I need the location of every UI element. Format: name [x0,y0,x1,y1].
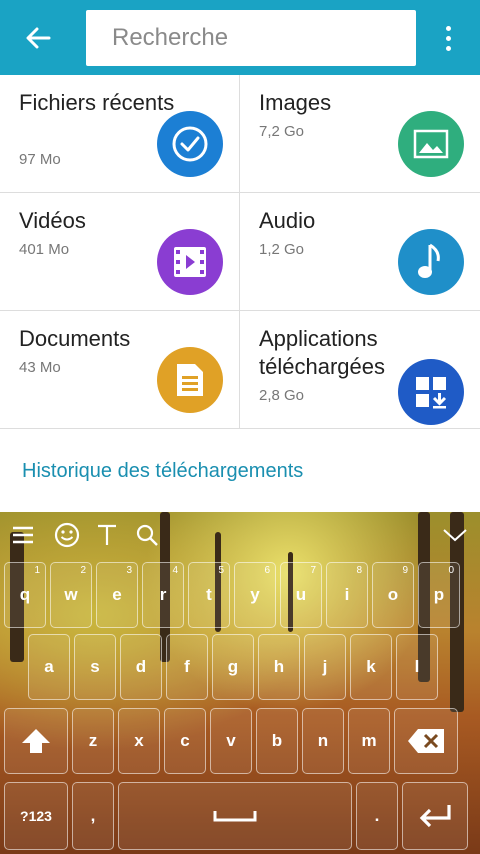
key-i[interactable]: i8 [326,562,368,628]
backspace-icon [408,729,444,753]
text-style-button[interactable] [92,520,122,550]
category-downloaded-apps[interactable]: Applications téléchargées 2,8 Go [240,311,480,429]
keyboard-toolbar [0,512,480,558]
key-c[interactable]: c [164,708,206,774]
category-size: 43 Mo [19,359,61,376]
category-videos[interactable]: Vidéos 401 Mo [0,193,240,311]
key-h[interactable]: h [258,634,300,700]
search-input[interactable] [86,10,416,66]
category-size: 1,2 Go [259,241,305,258]
arrow-left-icon [26,27,51,49]
category-title: Audio [259,208,316,233]
category-images[interactable]: Images 7,2 Go [240,75,480,193]
smiley-icon [54,522,80,548]
hamburger-icon [13,526,33,544]
keyboard-menu-button[interactable] [8,520,38,550]
keyboard-search-button[interactable] [132,520,162,550]
key-y[interactable]: y6 [234,562,276,628]
on-screen-keyboard: q1 w2 e3 r4 t5 y6 u7 i8 o9 p0 a s d f g … [0,512,480,854]
key-p[interactable]: p0 [418,562,460,628]
space-key[interactable] [118,782,352,850]
music-note-icon [398,229,464,295]
key-m[interactable]: m [348,708,390,774]
emoji-button[interactable] [52,520,82,550]
category-title: Documents [19,326,131,351]
key-a[interactable]: a [28,634,70,700]
key-t[interactable]: t5 [188,562,230,628]
hide-keyboard-button[interactable] [440,520,470,550]
key-s[interactable]: s [74,634,116,700]
key-z[interactable]: z [72,708,114,774]
shift-arrow-icon [22,729,50,753]
category-title: Vidéos [19,208,86,233]
key-o[interactable]: o9 [372,562,414,628]
key-u[interactable]: u7 [280,562,322,628]
back-button[interactable] [18,20,58,56]
space-bar-icon [213,811,257,822]
category-documents[interactable]: Documents 43 Mo [0,311,240,429]
key-k[interactable]: k [350,634,392,700]
category-audio[interactable]: Audio 1,2 Go [240,193,480,311]
enter-key[interactable] [402,782,468,850]
key-w[interactable]: w2 [50,562,92,628]
clock-check-icon [157,111,223,177]
key-d[interactable]: d [120,634,162,700]
key-g[interactable]: g [212,634,254,700]
category-size: 97 Mo [19,151,61,168]
film-icon [157,229,223,295]
chevron-down-icon [443,529,467,542]
key-e[interactable]: e3 [96,562,138,628]
document-icon [157,347,223,413]
download-history-link[interactable]: Historique des téléchargements [22,460,303,483]
search-icon [136,524,158,546]
app-download-icon [398,359,464,425]
key-v[interactable]: v [210,708,252,774]
key-l[interactable]: l [396,634,438,700]
category-title: Fichiers récents [19,90,175,115]
key-f[interactable]: f [166,634,208,700]
key-b[interactable]: b [256,708,298,774]
comma-key[interactable]: , [72,782,114,850]
more-options-button[interactable] [436,20,460,56]
symbols-key[interactable]: ?123 [4,782,68,850]
category-recent-files[interactable]: Fichiers récents 97 Mo [0,75,240,193]
category-grid: Fichiers récents 97 Mo Images 7,2 Go Vid… [0,75,480,430]
key-r[interactable]: r4 [142,562,184,628]
key-j[interactable]: j [304,634,346,700]
key-q[interactable]: q1 [4,562,46,628]
shift-key[interactable] [4,708,68,774]
key-x[interactable]: x [118,708,160,774]
image-icon [398,111,464,177]
key-n[interactable]: n [302,708,344,774]
more-vert-icon [445,25,451,31]
backspace-key[interactable] [394,708,458,774]
top-app-bar [0,0,480,75]
period-key[interactable]: . [356,782,398,850]
enter-return-icon [419,805,451,828]
category-size: 7,2 Go [259,123,305,140]
category-title: Images [259,90,332,115]
download-history-section: Historique des téléchargements [0,430,480,512]
text-t-icon [98,524,116,545]
category-size: 401 Mo [19,241,70,258]
category-size: 2,8 Go [259,387,305,404]
